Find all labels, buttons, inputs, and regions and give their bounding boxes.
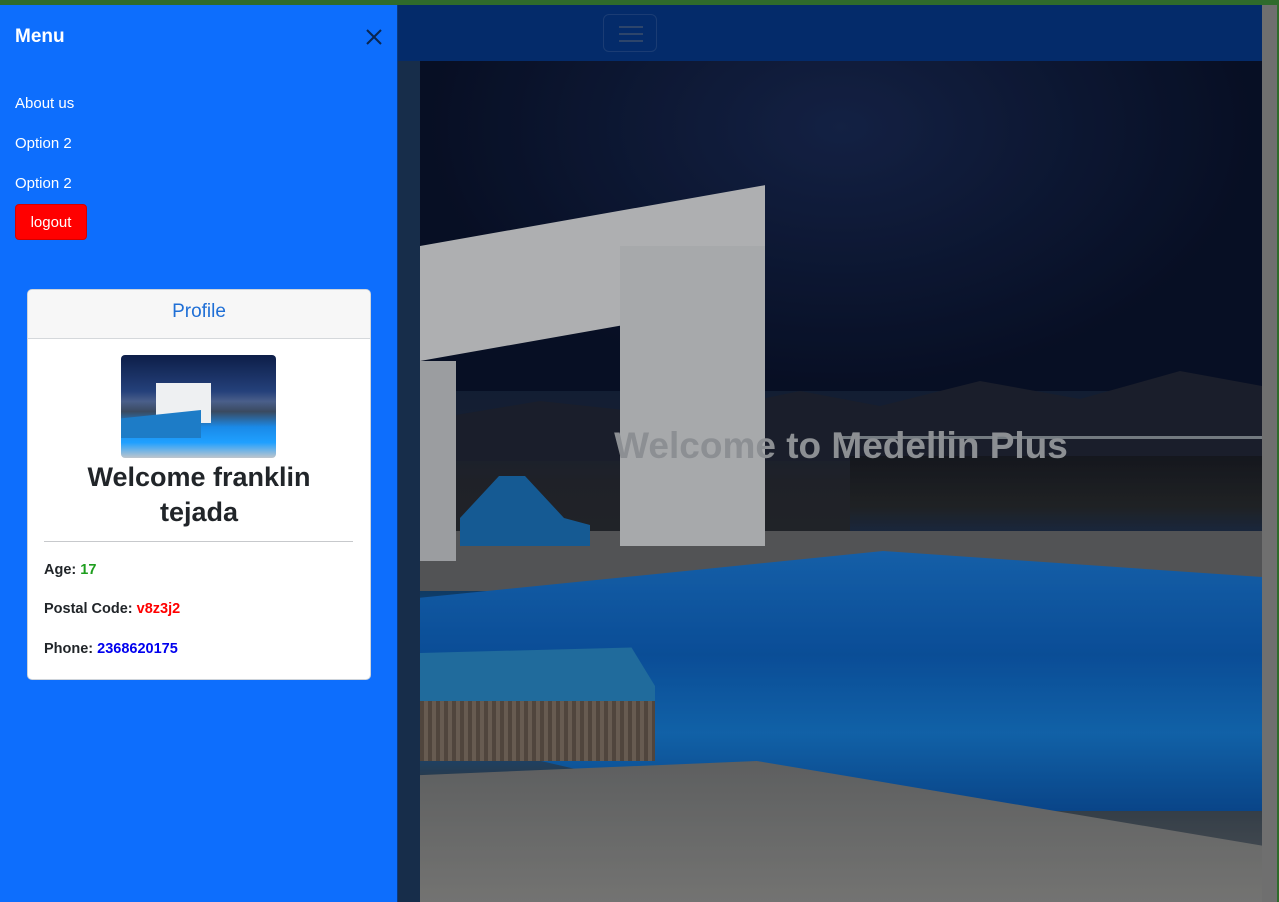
page-scrollbar[interactable] [1262, 5, 1279, 902]
profile-image [121, 355, 276, 458]
age-row: Age: 17 [44, 562, 96, 578]
age-value: 17 [80, 562, 97, 578]
phone-label: Phone: [44, 641, 94, 657]
profile-card: Profile Welcome franklin tejada Age: 17 … [27, 289, 371, 680]
postal-code-label: Postal Code: [44, 601, 133, 617]
phone-row: Phone: 2368620175 [44, 641, 178, 657]
age-label: Age: [44, 562, 77, 578]
nav-link-about-us[interactable]: About us [15, 89, 74, 129]
offcanvas-menu: Menu About us Option 2 Option 2 logout P… [0, 5, 398, 902]
nav-link-option-2-second[interactable]: Option 2 [15, 169, 74, 209]
postal-code-row: Postal Code: v8z3j2 [44, 601, 180, 617]
hero-title: Welcome to Medellin Plus [614, 425, 1068, 466]
nav-link-option-2[interactable]: Option 2 [15, 129, 74, 169]
offcanvas-nav: About us Option 2 Option 2 [15, 89, 74, 209]
close-icon [366, 29, 382, 45]
phone-value: 2368620175 [97, 641, 178, 657]
offcanvas-title: Menu [15, 26, 65, 47]
profile-card-header: Profile [28, 290, 370, 339]
card-divider [44, 541, 353, 542]
close-button[interactable] [362, 25, 386, 49]
postal-code-value: v8z3j2 [136, 601, 181, 617]
logout-button[interactable]: logout [15, 204, 87, 240]
welcome-heading: Welcome franklin tejada [87, 462, 311, 527]
